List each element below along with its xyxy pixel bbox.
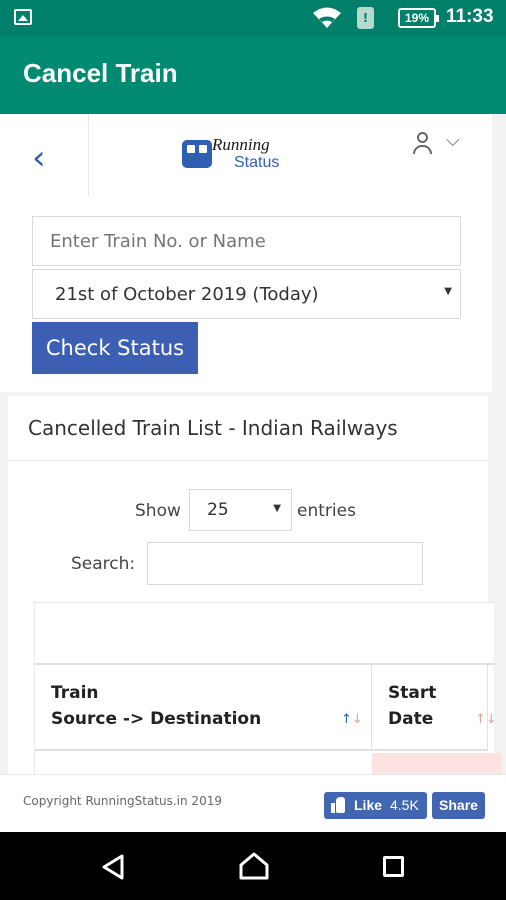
caret-down-icon: ▼: [444, 286, 452, 297]
facebook-share-button[interactable]: Share: [432, 792, 485, 819]
column-header-train-line2: Source -> Destination: [51, 709, 262, 729]
like-label: Like: [354, 797, 383, 813]
system-nav-bar: [0, 832, 506, 900]
date-select[interactable]: 21st of October 2019 (Today) ▼: [32, 269, 461, 319]
cancelled-train-table: Train Source -> Destination ↑↓ Start Dat…: [34, 602, 502, 774]
app-title: Cancel Train: [23, 58, 178, 88]
logo-text-running: Running: [212, 135, 270, 154]
table-top-spacer: [35, 603, 495, 665]
clock: 11:33: [446, 6, 494, 27]
logo-text-status: Status: [234, 154, 280, 171]
user-icon[interactable]: [412, 132, 434, 156]
site-header: ‹ Running Status ⌵: [0, 114, 492, 196]
nav-home-icon[interactable]: [238, 851, 270, 881]
like-count: 4.5K: [390, 797, 419, 813]
column-header-start-date[interactable]: Start Date ↑↓: [372, 665, 497, 751]
column-header-date-line2: Date: [388, 709, 434, 729]
chevron-down-icon[interactable]: ⌵: [446, 130, 460, 151]
thumbs-up-icon: [331, 797, 345, 813]
column-header-train[interactable]: Train Source -> Destination ↑↓: [35, 665, 372, 751]
page-footer: Copyright RunningStatus.in 2019 Like 4.5…: [0, 774, 506, 832]
header-divider: [88, 114, 89, 196]
facebook-like-button[interactable]: Like 4.5K: [324, 792, 427, 819]
check-status-button[interactable]: Check Status: [32, 322, 198, 374]
entries-select[interactable]: 25 ▼: [189, 489, 292, 531]
entries-select-value: 25: [207, 500, 229, 520]
sort-icon[interactable]: ↑↓: [341, 712, 363, 727]
copyright-text: Copyright RunningStatus.in 2019: [23, 794, 222, 808]
web-content[interactable]: ‹ Running Status ⌵ 21st of October 2019 …: [0, 114, 506, 774]
table-search-input[interactable]: [147, 542, 423, 585]
wifi-icon: [313, 7, 341, 28]
app-bar: Cancel Train: [0, 36, 506, 114]
column-header-train-line1: Train: [51, 683, 99, 703]
search-form: 21st of October 2019 (Today) ▼ Check Sta…: [0, 196, 492, 392]
train-icon: [182, 140, 212, 168]
gallery-icon: [14, 9, 32, 25]
status-bar: ! 19% 11:33: [0, 0, 506, 36]
show-label: Show: [135, 501, 181, 521]
nav-recents-icon[interactable]: [383, 856, 404, 877]
entries-label: entries: [297, 501, 356, 521]
caret-down-icon: ▼: [273, 503, 281, 514]
site-logo[interactable]: Running Status: [180, 134, 320, 184]
back-arrow-icon[interactable]: ‹: [32, 138, 46, 178]
cancelled-list-card: Cancelled Train List - Indian Railways S…: [8, 396, 502, 774]
sim-icon: !: [357, 7, 374, 29]
table-row: [372, 753, 502, 774]
list-title: Cancelled Train List - Indian Railways: [28, 416, 398, 440]
date-select-value: 21st of October 2019 (Today): [55, 284, 319, 305]
column-header-date-line1: Start: [388, 683, 437, 703]
search-label: Search:: [71, 554, 136, 574]
list-divider: [8, 460, 488, 461]
sort-icon[interactable]: ↑↓: [475, 712, 497, 727]
train-search-input[interactable]: [32, 216, 461, 266]
battery-icon: 19%: [398, 8, 439, 28]
nav-back-icon[interactable]: [100, 854, 126, 880]
